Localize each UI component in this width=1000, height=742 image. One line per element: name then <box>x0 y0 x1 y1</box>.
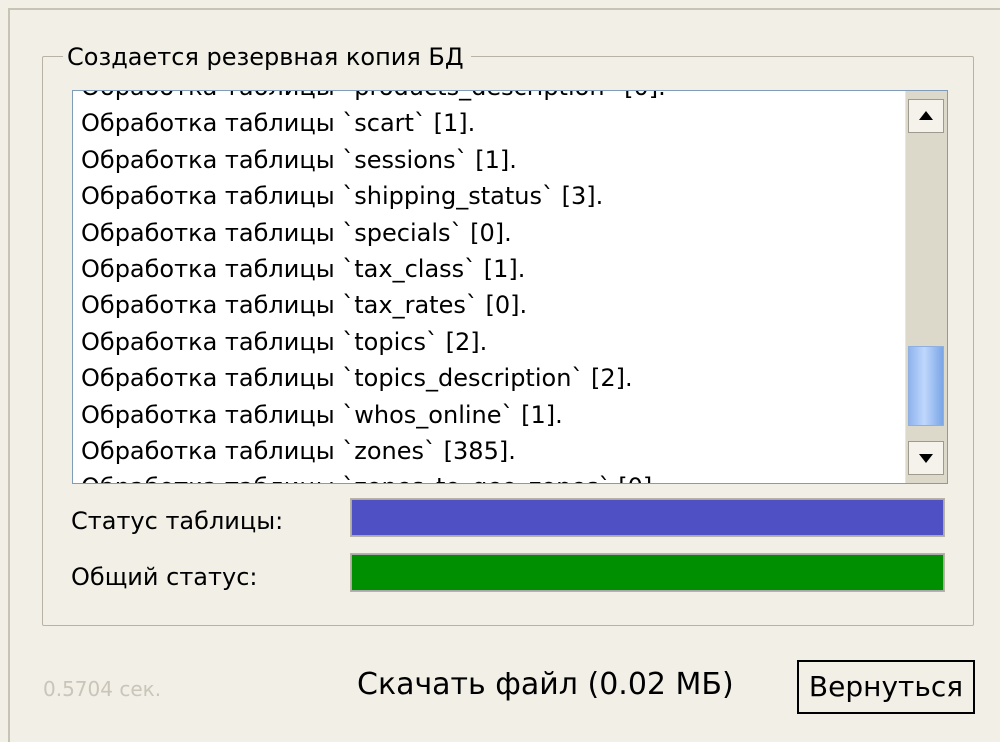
back-button[interactable]: Вернуться <box>797 660 975 714</box>
total-status-progress <box>350 553 945 592</box>
elapsed-time: 0.5704 сек. <box>43 677 162 701</box>
log-line: Обработка таблицы `zones_to_geo_zones` [… <box>81 469 905 483</box>
log-line: Обработка таблицы `topics_description` [… <box>81 364 633 393</box>
log-lines: Обработка таблицы `products_description`… <box>73 91 905 483</box>
log-line: Обработка таблицы `scart` [1]. <box>81 109 476 138</box>
total-status-label: Общий статус: <box>71 563 258 591</box>
scroll-up-icon <box>919 111 933 120</box>
table-status-progress-fill <box>351 499 944 536</box>
backup-log-list[interactable]: Обработка таблицы `products_description`… <box>72 90 948 484</box>
groupbox-title: Создается резервная копия БД <box>63 42 471 72</box>
log-line: Обработка таблицы `topics` [2]. <box>81 327 488 356</box>
log-line: Обработка таблицы `products_description`… <box>81 91 905 105</box>
log-line: Обработка таблицы `tax_rates` [0]. <box>81 291 528 320</box>
log-line: Обработка таблицы `tax_class` [1]. <box>81 254 526 283</box>
log-line: Обработка таблицы `sessions` [1]. <box>81 145 517 174</box>
table-status-label: Статус таблицы: <box>71 507 284 535</box>
log-line: Обработка таблицы `whos_online` [1]. <box>81 400 563 429</box>
log-line: Обработка таблицы `zones` [385]. <box>81 436 516 465</box>
log-line: Обработка таблицы `shipping_status` [3]. <box>81 182 604 211</box>
scroll-down-icon <box>919 454 933 463</box>
log-scrollbar[interactable] <box>905 91 947 483</box>
scrollbar-thumb[interactable] <box>908 346 944 426</box>
log-line: Обработка таблицы `specials` [0]. <box>81 218 512 247</box>
total-status-progress-fill <box>351 554 944 591</box>
table-status-progress <box>350 498 945 537</box>
download-file-link[interactable]: Скачать файл (0.02 МБ) <box>357 667 734 703</box>
scroll-up-button[interactable] <box>908 99 944 133</box>
scroll-down-button[interactable] <box>908 441 944 475</box>
